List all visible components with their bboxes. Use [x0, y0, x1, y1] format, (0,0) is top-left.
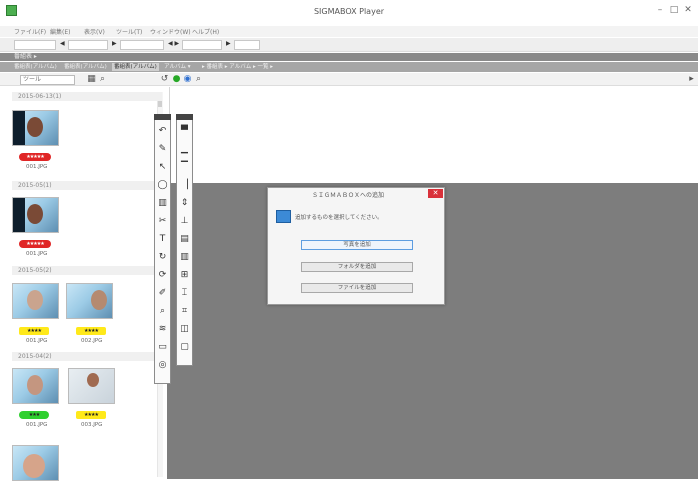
tab-album-2[interactable]: 番組表(アルバム) [62, 63, 109, 71]
window-title: SIGMABOX Player [313, 7, 385, 16]
breadcrumb-bar [0, 53, 698, 61]
maximize-button[interactable]: □ [667, 4, 681, 16]
toolbar-arrow-icon[interactable]: ▶ [226, 40, 231, 47]
align-right-icon[interactable]: ▕ [177, 178, 192, 193]
palette-header[interactable] [176, 114, 193, 120]
pen-icon[interactable]: ✎ [155, 142, 170, 157]
file-name: 001.JPG [26, 338, 48, 344]
rating-badge: ★★★★ [19, 327, 49, 335]
dialog-close-button[interactable]: ✕ [428, 189, 443, 198]
expand-icon[interactable]: ▸ [686, 74, 697, 85]
cursor-icon[interactable]: ⌶ [177, 286, 192, 301]
photo-thumbnail[interactable] [12, 445, 59, 481]
info-icon [276, 210, 291, 223]
search-input[interactable]: ツール [20, 75, 75, 85]
ellipse-icon[interactable]: ◯ [155, 178, 170, 193]
photo-thumbnail[interactable] [66, 283, 113, 319]
add-photo-button[interactable]: 写真を追加 [301, 240, 413, 250]
fill-icon[interactable]: ▥ [155, 196, 170, 211]
crop-icon[interactable]: ✂ [155, 214, 170, 229]
zoom-icon[interactable]: ⌕ [97, 74, 108, 85]
green-circle-icon[interactable]: ● [171, 74, 182, 85]
align-middle-icon[interactable]: ▔ [177, 160, 192, 175]
dialog-title: ＳＩＧＭＡＢＯＸへの追加 [311, 192, 384, 199]
photo-thumbnail[interactable] [12, 368, 59, 404]
menu-window[interactable]: ウィンドウ(W) [150, 27, 191, 36]
toolbar-field-2[interactable] [68, 40, 108, 50]
grid-icon[interactable]: ▦ [86, 74, 97, 85]
photo-thumbnail[interactable] [12, 110, 59, 146]
file-name: 001.JPG [26, 422, 48, 428]
file-name: 002.JPG [81, 338, 103, 344]
toolbar-field-3[interactable] [120, 40, 164, 50]
toolbar-arrow-icon[interactable]: ◀ [60, 40, 65, 47]
split-icon[interactable]: ◫ [177, 322, 192, 337]
add-dialog: ＳＩＧＭＡＢＯＸへの追加 ✕ 追加するものを選択してください。 写真を追加 フォ… [267, 187, 445, 305]
wave-icon[interactable]: ≋ [155, 322, 170, 337]
toolbar-arrow-icon[interactable]: ▶ [112, 40, 117, 47]
align-top-icon[interactable]: ▀ [177, 124, 192, 139]
text-icon[interactable]: T [155, 232, 170, 247]
tab-album-dropdown[interactable]: アルバム ▾ [162, 63, 192, 71]
box-icon[interactable]: ▢ [177, 340, 192, 355]
align-bottom-icon[interactable]: ▁ [177, 142, 192, 157]
zoom-tool-icon[interactable]: ⌕ [155, 304, 170, 319]
frame-icon[interactable]: ▭ [155, 340, 170, 355]
menu-file[interactable]: ファイル(F) [14, 27, 46, 36]
rating-badge: ★★★ [19, 411, 49, 419]
rotate-tool-icon[interactable]: ↻ [155, 250, 170, 265]
stamp-icon[interactable]: ◎ [155, 358, 170, 373]
toolbar-field-1[interactable] [14, 40, 56, 50]
photo-thumbnail[interactable] [12, 197, 59, 233]
rows-icon[interactable]: ▤ [177, 232, 192, 247]
preview-area [171, 87, 698, 183]
minimize-button[interactable]: – [653, 4, 667, 16]
rating-badge: ★★★★ [76, 327, 106, 335]
dialog-message: 追加するものを選択してください。 [295, 215, 383, 221]
photo-thumbnail[interactable] [68, 368, 115, 404]
rating-badge: ★★★★ [76, 411, 106, 419]
select-icon[interactable]: ↖ [155, 160, 170, 175]
toolbar-arrow-icon[interactable]: ◀ ▶ [168, 40, 179, 47]
tab-album-1[interactable]: 番組表(アルバム) [12, 63, 59, 71]
tab-path[interactable]: ▸ 番組表 ▸ アルバム ▸ 一覧 ▸ [200, 63, 432, 71]
file-name: 003.JPG [81, 422, 103, 428]
columns-icon[interactable]: ▥ [177, 250, 192, 265]
redo-icon[interactable]: ⟳ [155, 268, 170, 283]
baseline-icon[interactable]: ⊥ [177, 214, 192, 229]
rating-badge: ★★★★★ [19, 240, 51, 248]
breadcrumb[interactable]: 番組表 ▸ [14, 53, 37, 61]
menu-help[interactable]: ヘルプ(H) [192, 27, 219, 36]
palette-header[interactable] [154, 114, 171, 120]
add-folder-button[interactable]: フォルダを追加 [301, 262, 413, 272]
distribute-icon[interactable]: ⇕ [177, 196, 192, 211]
magnify-icon[interactable]: ⌕ [193, 74, 204, 85]
group-header[interactable]: 2015-06-13(1) [12, 92, 162, 101]
menu-tools[interactable]: ツール(T) [116, 27, 142, 36]
brush-icon[interactable]: ✐ [155, 286, 170, 301]
hash-icon[interactable]: ⌗ [177, 304, 192, 319]
file-name: 001.JPG [26, 164, 48, 170]
group-header[interactable]: 2015-05(1) [12, 181, 162, 190]
file-name: 001.JPG [26, 251, 48, 257]
menu-view[interactable]: 表示(V) [84, 27, 105, 36]
photo-thumbnail[interactable] [12, 283, 59, 319]
undo-icon[interactable]: ↶ [155, 124, 170, 139]
group-header[interactable]: 2015-05(2) [12, 266, 162, 275]
color-circle-icon[interactable]: ◉ [182, 74, 193, 85]
toolbar-field-5[interactable] [234, 40, 260, 50]
add-file-button[interactable]: ファイルを追加 [301, 283, 413, 293]
menu-edit[interactable]: 編集(E) [50, 27, 70, 36]
rotate-icon[interactable]: ↺ [159, 74, 170, 85]
rating-badge: ★★★★★ [19, 153, 51, 161]
grid-tool-icon[interactable]: ⊞ [177, 268, 192, 283]
toolbar-field-4[interactable] [182, 40, 222, 50]
close-button[interactable]: ✕ [681, 4, 695, 16]
tab-album-active[interactable]: 番組表(アルバム) [112, 63, 159, 71]
group-header[interactable]: 2015-04(2) [12, 352, 162, 361]
